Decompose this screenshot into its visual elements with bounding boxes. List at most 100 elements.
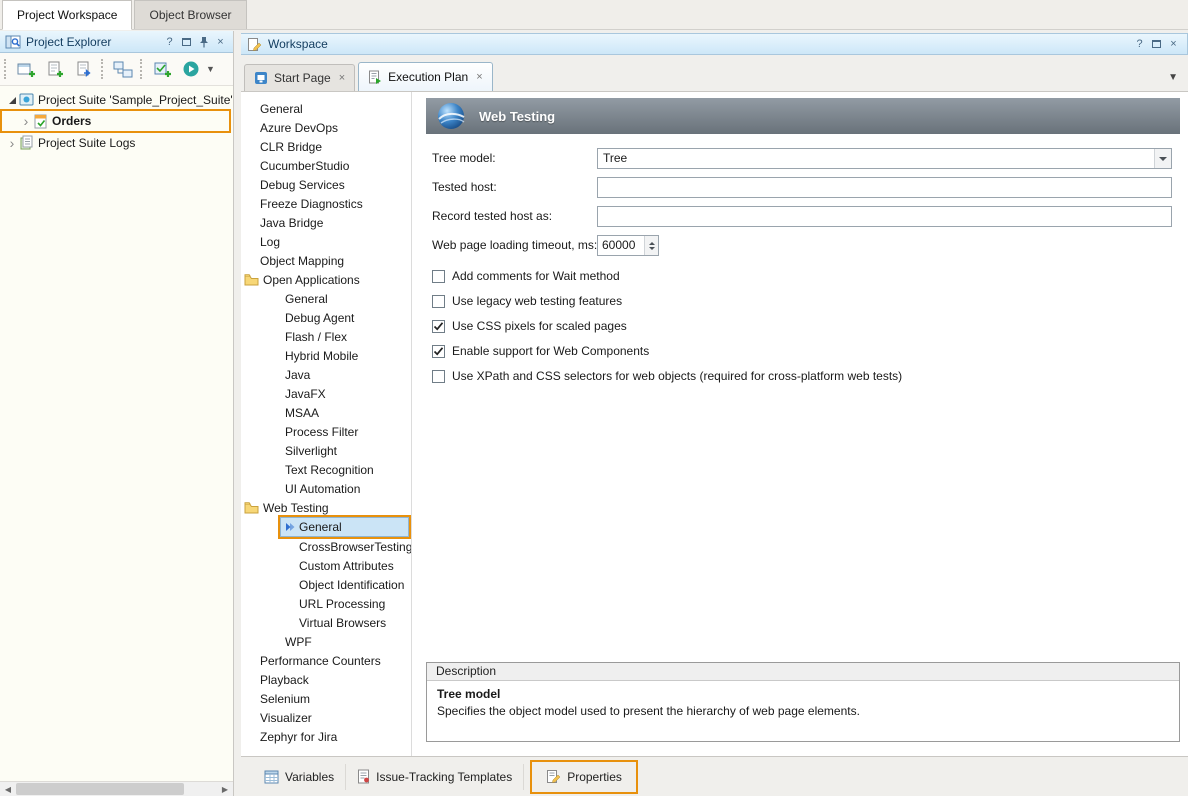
tested-host-input[interactable] <box>597 177 1172 198</box>
tab-project-workspace[interactable]: Project Workspace <box>2 0 132 30</box>
collapsed-arrow-icon[interactable]: › <box>5 135 19 151</box>
options-nav-group[interactable]: Web Testing <box>241 498 411 517</box>
checkbox[interactable] <box>432 270 445 283</box>
options-nav-item[interactable]: Zephyr for Jira <box>241 727 411 746</box>
help-icon[interactable]: ? <box>162 34 177 49</box>
tab-close-icon[interactable]: × <box>476 71 482 83</box>
add-new-test-icon[interactable] <box>150 57 174 81</box>
options-nav-item[interactable]: Flash / Flex <box>241 327 411 346</box>
scroll-left-icon[interactable]: ◀ <box>0 782 16 796</box>
tab-project-workspace-label: Project Workspace <box>17 8 117 22</box>
tree-item-project-suite[interactable]: Project Suite 'Sample_Project_Suite' (1 … <box>0 90 233 109</box>
options-nav-item-label: Process Filter <box>285 425 358 439</box>
options-nav-item[interactable]: CLR Bridge <box>241 137 411 156</box>
add-project-suite-item-icon[interactable] <box>14 57 38 81</box>
scrollbar-track[interactable] <box>16 782 217 796</box>
tab-properties[interactable]: Properties <box>535 764 633 790</box>
close-icon[interactable]: × <box>1166 37 1181 52</box>
scroll-right-icon[interactable]: ▶ <box>217 782 233 796</box>
checkbox[interactable] <box>432 345 445 358</box>
options-nav-item-label: Object Identification <box>299 578 404 592</box>
checkbox[interactable] <box>432 295 445 308</box>
options-nav-item[interactable]: WPF <box>241 632 411 651</box>
options-nav-item[interactable]: Performance Counters <box>241 651 411 670</box>
project-explorer-icon <box>5 34 21 50</box>
options-nav-item[interactable]: URL Processing <box>241 594 411 613</box>
options-nav-item[interactable]: Azure DevOps <box>241 118 411 137</box>
options-nav-item[interactable]: Selenium <box>241 689 411 708</box>
options-nav-item[interactable]: Java Bridge <box>241 213 411 232</box>
options-nav: GeneralAzure DevOpsCLR BridgeCucumberStu… <box>241 92 412 756</box>
options-nav-item[interactable]: UI Automation <box>241 479 411 498</box>
float-window-icon[interactable] <box>179 34 194 49</box>
tab-issue-tracking-templates[interactable]: Issue-Tracking Templates <box>346 764 524 790</box>
expand-arrow-icon[interactable] <box>5 95 19 105</box>
options-nav-item[interactable]: CucumberStudio <box>241 156 411 175</box>
options-nav-item-label: Selenium <box>260 692 310 706</box>
float-window-icon[interactable] <box>1149 37 1164 52</box>
options-nav-item[interactable]: General <box>241 289 411 308</box>
options-nav-item-label: Java Bridge <box>260 216 323 230</box>
record-host-row: Record tested host as: <box>412 206 1180 227</box>
tab-start-page[interactable]: Start Page × <box>244 64 355 91</box>
options-nav-item[interactable]: Visualizer <box>241 708 411 727</box>
options-nav-item[interactable]: General <box>241 99 411 118</box>
tab-list-dropdown-icon[interactable]: ▼ <box>1168 72 1178 83</box>
options-nav-item[interactable]: CrossBrowserTesting <box>241 537 411 556</box>
help-icon[interactable]: ? <box>1132 37 1147 52</box>
loading-timeout-spinner[interactable]: 60000 <box>597 235 659 256</box>
spinner-buttons[interactable] <box>644 236 658 255</box>
tab-variables[interactable]: Variables <box>253 764 346 790</box>
add-existing-item-icon[interactable] <box>72 57 96 81</box>
options-nav-item[interactable]: Text Recognition <box>241 460 411 479</box>
object-mapping-icon[interactable] <box>111 57 135 81</box>
spin-up-icon[interactable] <box>649 239 655 245</box>
workspace-icon <box>247 37 262 52</box>
tab-close-icon[interactable]: × <box>339 72 345 84</box>
tab-execution-plan[interactable]: Execution Plan × <box>358 62 493 91</box>
add-project-item-icon[interactable] <box>43 57 67 81</box>
loading-timeout-row: Web page loading timeout, ms: 60000 <box>412 235 1180 256</box>
options-nav-item[interactable]: MSAA <box>241 403 411 422</box>
close-icon[interactable]: × <box>213 34 228 49</box>
spin-down-icon[interactable] <box>649 247 655 253</box>
checkbox[interactable] <box>432 370 445 383</box>
options-nav-item[interactable]: Virtual Browsers <box>241 613 411 632</box>
tab-object-browser[interactable]: Object Browser <box>134 0 246 29</box>
checkbox[interactable] <box>432 320 445 333</box>
options-nav-item[interactable]: Debug Services <box>241 175 411 194</box>
description-term: Tree model <box>437 687 1169 701</box>
tree-item-project-suite-logs[interactable]: › Project Suite Logs <box>0 133 233 152</box>
options-nav-item[interactable]: JavaFX <box>241 384 411 403</box>
project-explorer-header: Project Explorer ? × <box>0 31 233 53</box>
options-nav-item-label: CLR Bridge <box>260 140 322 154</box>
options-nav-item[interactable]: Process Filter <box>241 422 411 441</box>
tree-model-combobox[interactable]: Tree <box>597 148 1172 169</box>
pin-icon[interactable] <box>196 34 211 49</box>
options-nav-item[interactable]: Object Identification <box>241 575 411 594</box>
options-nav-item[interactable]: Silverlight <box>241 441 411 460</box>
options-nav-item[interactable]: Object Mapping <box>241 251 411 270</box>
scrollbar-thumb[interactable] <box>16 783 184 795</box>
options-nav-item[interactable]: Freeze Diagnostics <box>241 194 411 213</box>
options-nav-item[interactable]: Java <box>241 365 411 384</box>
options-nav-item[interactable]: Debug Agent <box>241 308 411 327</box>
options-nav-item[interactable]: Playback <box>241 670 411 689</box>
options-nav-item[interactable]: General <box>280 517 409 537</box>
run-tests-icon[interactable] <box>179 57 203 81</box>
options-nav-item[interactable]: Log <box>241 232 411 251</box>
toolbar-dropdown-icon[interactable]: ▼ <box>206 64 215 74</box>
checkbox-row: Add comments for Wait method <box>432 267 620 285</box>
record-host-input[interactable] <box>597 206 1172 227</box>
options-nav-item[interactable]: Hybrid Mobile <box>241 346 411 365</box>
options-nav-item[interactable]: Custom Attributes <box>241 556 411 575</box>
options-nav-item-label: CucumberStudio <box>260 159 349 173</box>
combo-dropdown-icon[interactable] <box>1154 149 1171 168</box>
project-suite-icon <box>19 92 34 107</box>
options-nav-group[interactable]: Open Applications <box>241 270 411 289</box>
options-nav-item-label: Flash / Flex <box>285 330 347 344</box>
tree-item-orders[interactable]: › Orders <box>2 111 229 131</box>
options-nav-item-label: Custom Attributes <box>299 559 394 573</box>
collapsed-arrow-icon[interactable]: › <box>19 113 33 129</box>
horizontal-scrollbar[interactable]: ◀ ▶ <box>0 781 233 796</box>
